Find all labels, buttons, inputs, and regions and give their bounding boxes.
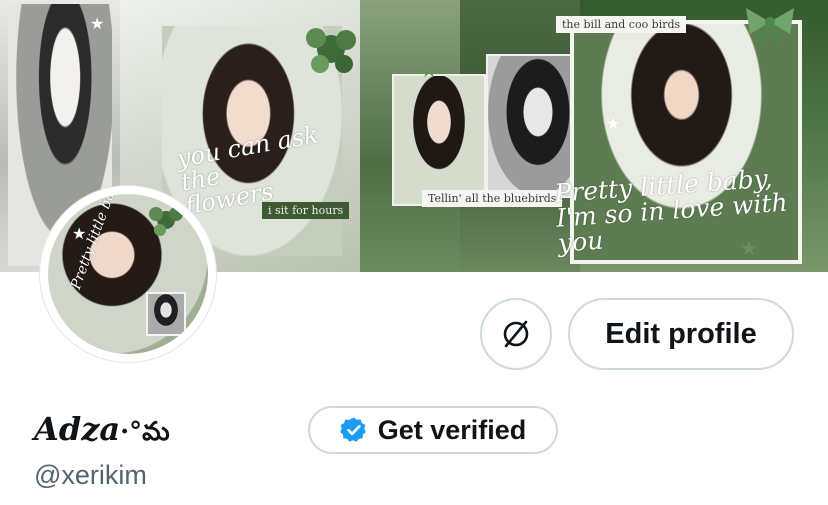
avatar-inset-photo [146,292,186,336]
leaf-cluster-icon [149,207,183,236]
avatar-image: ★ Pretty little baby [48,194,208,354]
edit-profile-button[interactable]: Edit profile [568,298,794,370]
banner-caption: the bill and coo birds [556,16,687,33]
link-button[interactable] [480,298,552,370]
leaf-cluster-icon [306,28,356,73]
star-icon: ★ [606,116,621,133]
display-name: Adza·°మ [34,410,170,453]
star-icon: ★ [420,60,438,82]
get-verified-label: Get verified [377,414,527,445]
display-name-decoration: ·°మ [120,417,170,447]
user-handle: @xerikim [34,460,147,490]
banner-caption: Tellin' all the bluebirds [422,190,563,207]
banner-photo [392,74,486,206]
display-name-text: Adza [34,410,121,448]
bow-icon [746,8,794,44]
avatar[interactable]: ★ Pretty little baby [40,186,216,362]
star-icon: ★ [90,16,105,33]
get-verified-button[interactable]: Get verified [308,406,558,454]
verified-badge-icon [339,417,366,442]
linked-circle-icon [503,320,529,348]
